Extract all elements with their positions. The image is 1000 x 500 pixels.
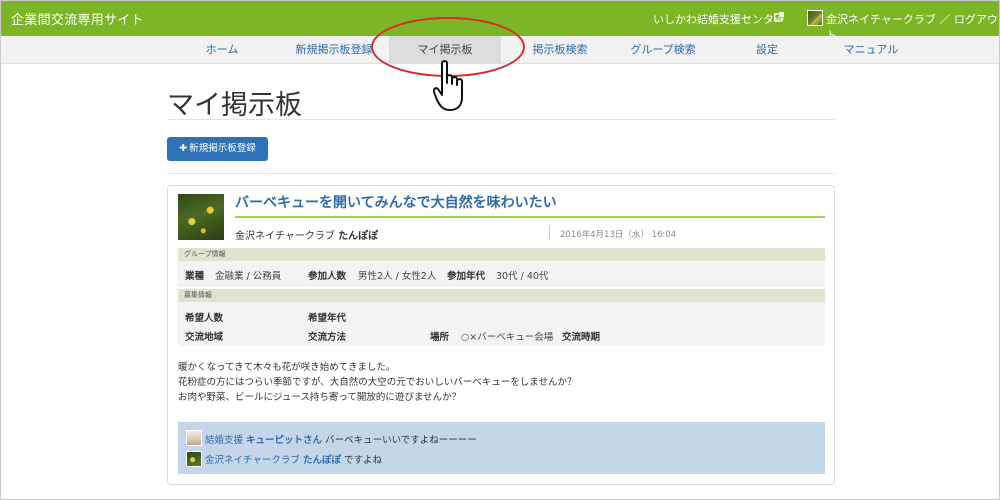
participant-count-label: 参加人数 [308,271,347,282]
comment-text: バーベキューいいですよねーーーー [325,435,477,446]
group-info-body: 業種 金融業 / 公務員 参加人数 男性2人 / 女性2人 参加年代 30代 /… [178,261,825,287]
exchange-area-label: 交流地域 [185,332,224,343]
group-info-heading: グループ情報 [178,248,825,261]
post-author: 金沢ネイチャークラブ たんぽぽ [235,227,378,242]
nav-settings[interactable]: 設定 [746,36,788,64]
post-thumbnail[interactable] [178,194,224,240]
commenter-name[interactable]: キューピットさん [246,435,322,446]
participant-age-label: 参加年代 [447,271,486,282]
recruit-info-heading: 募集情報 [178,289,825,302]
nav-manual[interactable]: マニュアル [835,36,907,64]
post-author-org: 金沢ネイチャークラブ [235,231,335,242]
external-link-icon[interactable] [774,12,784,22]
exchange-time-label: 交流時期 [562,332,601,343]
industry-value: 金融業 / 公務員 [215,271,282,282]
divider [167,119,835,120]
recruit-info-body: 希望人数 希望年代 交流地域 交流方法 場所 ○×バーベキュー会場 交流時期 [178,302,825,346]
title-underline [235,216,825,218]
post-date: 2016年4月13日（水） 16:04 [560,230,677,240]
place-value: ○×バーベキュー会場 [461,332,554,343]
author-date-separator [549,226,550,239]
post-description-line: 暖かくなってきて木々も花が咲き始めてきました。 [178,362,396,373]
nav-board-search[interactable]: 掲示板検索 [523,36,597,64]
participant-age-value: 30代 / 40代 [496,271,549,282]
participant-count-value: 男性2人 / 女性2人 [358,271,437,282]
post-description-line: 花粉症の方にはつらい季節ですが、大自然の大空の元でおいしいバーベキューをしません… [178,377,577,388]
board-post-card: バーベキューを開いてみんなで大自然を味わいたい 金沢ネイチャークラブ たんぽぽ … [167,185,835,485]
place-label: 場所 [430,332,450,343]
post-title[interactable]: バーベキューを開いてみんなで大自然を味わいたい [235,192,557,212]
nav-home[interactable]: ホーム [197,36,247,64]
support-center-link[interactable]: いしかわ結婚支援センター [653,11,785,27]
industry-label: 業種 [185,271,205,282]
nav-new-board[interactable]: 新規掲示板登録 [291,36,377,64]
post-author-nickname: たんぽぽ [338,231,379,242]
post-description-line: お肉や野菜、ビールにジュース持ち寄って開放的に遊びませんか？ [178,392,462,403]
page-title: マイ掲示板 [167,90,302,121]
commenter-role[interactable]: 金沢ネイチャークラブ [205,455,300,466]
exchange-method-label: 交流方法 [308,332,347,343]
comment-text: ですよね [343,455,382,466]
new-board-button[interactable]: ✚ 新規掲示板登録 [167,137,268,161]
wanted-age-label: 希望年代 [308,313,347,324]
user-avatar [807,10,823,26]
main-nav: ホーム 新規掲示板登録 マイ掲示板 掲示板検索 グループ検索 設定 マニュアル [1,36,999,64]
comments-panel: 結婚支援 キューピットさん バーベキューいいですよねーーーー 金沢ネイチャークラ… [178,422,825,474]
commenter-name[interactable]: たんぽぽ [303,455,341,466]
nav-group-search[interactable]: グループ検索 [621,36,705,64]
comment: 結婚支援 キューピットさん バーベキューいいですよねーーーー [205,432,477,446]
commenter-avatar [186,430,202,446]
wanted-count-label: 希望人数 [185,313,224,324]
new-board-button-label: 新規掲示板登録 [189,143,256,154]
comment: 金沢ネイチャークラブ たんぽぽ ですよね [205,452,382,466]
plus-icon: ✚ [179,143,188,154]
commenter-avatar [186,451,202,467]
top-bar: 企業間交流専用サイト いしかわ結婚支援センター 金沢ネイチャークラブ ／ ログア… [1,1,999,42]
divider [167,173,835,174]
site-title[interactable]: 企業間交流専用サイト [11,9,144,28]
commenter-role[interactable]: 結婚支援 [205,435,243,446]
app-window: 企業間交流専用サイト いしかわ結婚支援センター 金沢ネイチャークラブ ／ ログア… [0,0,1000,500]
hand-cursor-icon [433,60,463,111]
